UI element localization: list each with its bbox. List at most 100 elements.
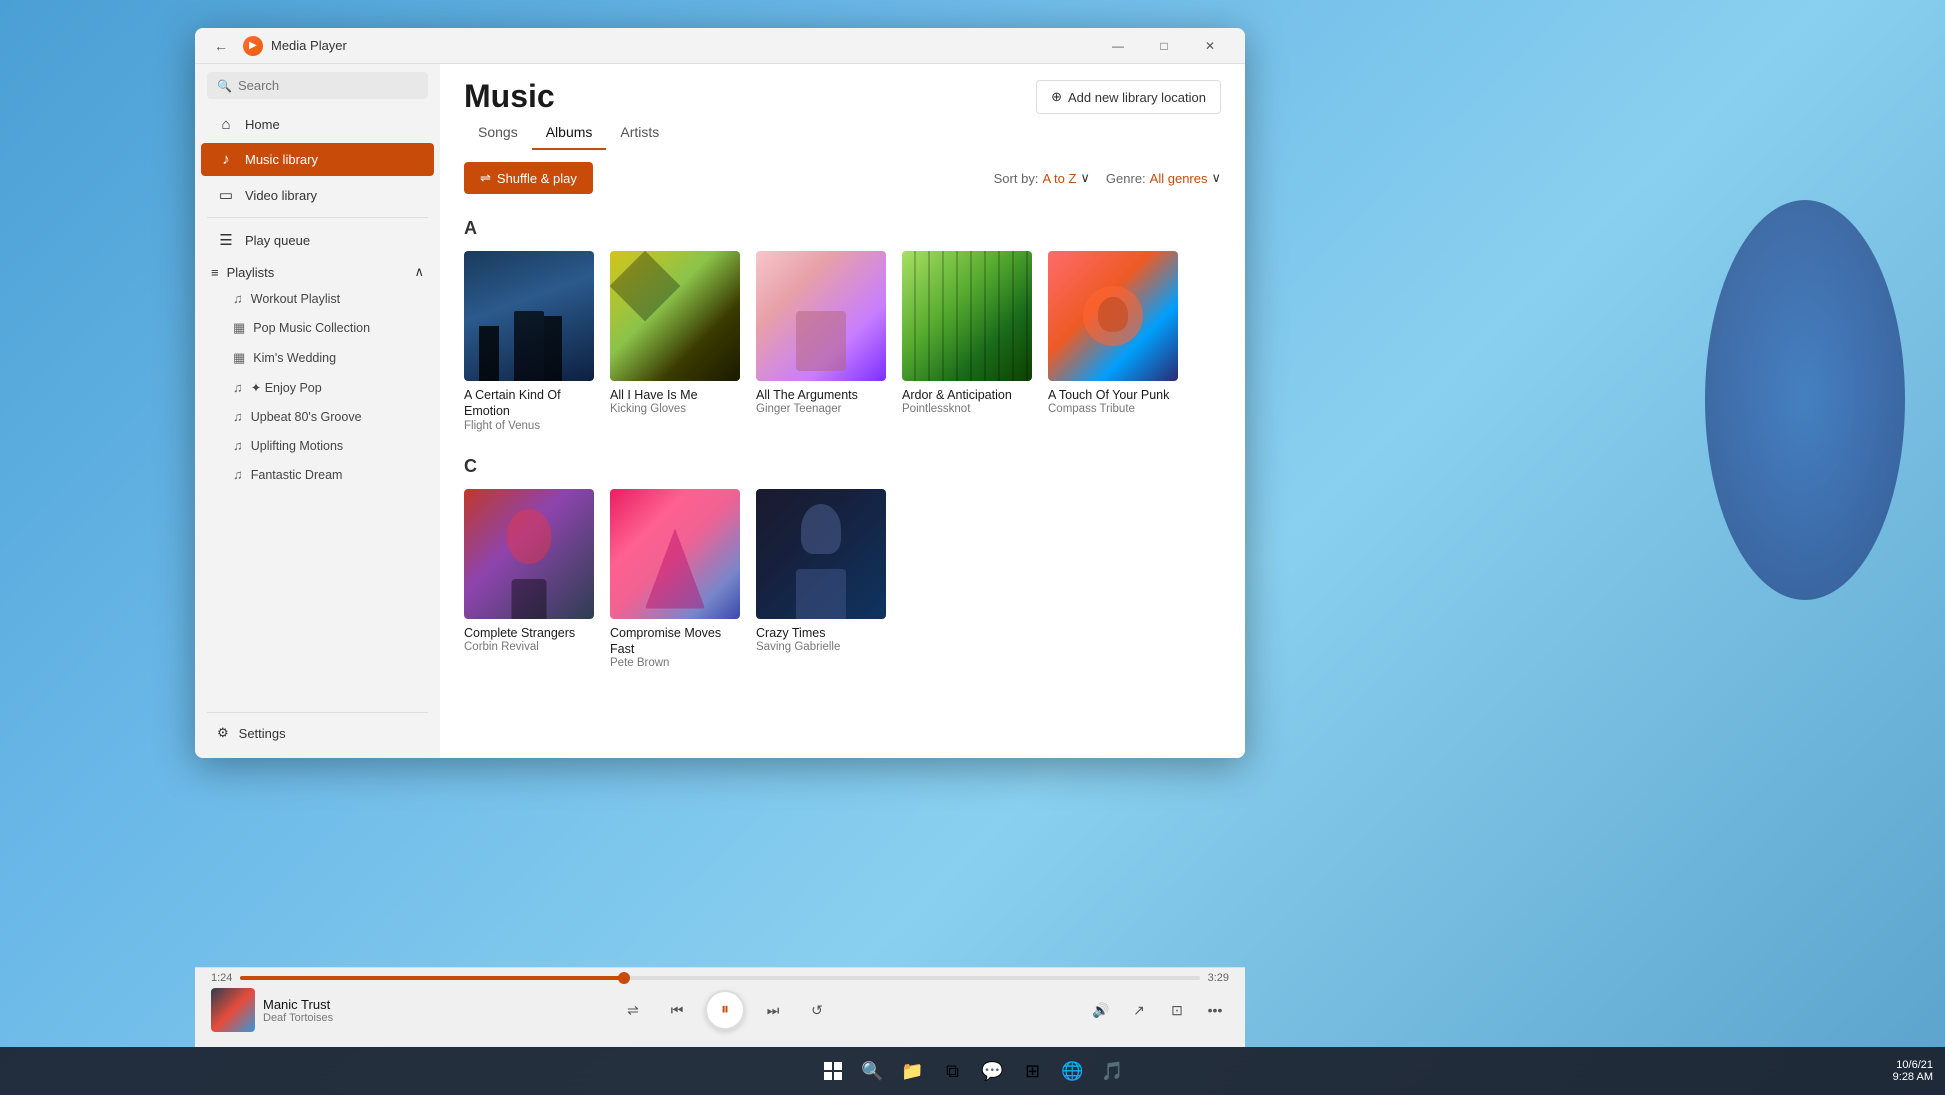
task-view-button[interactable]: ⧉: [935, 1053, 971, 1089]
section-a-letter: A: [464, 218, 1221, 239]
album-card-a3[interactable]: All The Arguments Ginger Teenager: [756, 251, 886, 432]
main-tabs: Songs Albums Artists: [464, 116, 673, 150]
playlist-pop-label: Pop Music Collection: [253, 321, 370, 335]
volume-button[interactable]: 🔊: [1087, 996, 1115, 1024]
sidebar-playlist-kims-wedding[interactable]: ▦ Kim's Wedding: [201, 344, 434, 372]
albums-area: A A Certain Kind Of Emotion Flight of Ve…: [440, 206, 1245, 758]
album-title-c1: Complete Strangers: [464, 625, 594, 641]
player-right: 🔊 ↗ ⊡ •••: [1087, 996, 1229, 1024]
progress-track[interactable]: [240, 976, 1199, 980]
album-card-c3[interactable]: Crazy Times Saving Gabrielle: [756, 489, 886, 670]
genre-button[interactable]: Genre: All genres ∨: [1106, 170, 1221, 186]
album-title-a5: A Touch Of Your Punk: [1048, 387, 1178, 403]
search-taskbar-button[interactable]: 🔍: [855, 1053, 891, 1089]
sidebar-item-music-library[interactable]: ♪ Music library: [201, 143, 434, 176]
album-title-a1: A Certain Kind Of Emotion: [464, 387, 594, 420]
teams-button[interactable]: 💬: [975, 1053, 1011, 1089]
widgets-button[interactable]: ⊞: [1015, 1053, 1051, 1089]
playlist-workout-label: Workout Playlist: [251, 292, 340, 306]
shuffle-icon: ⇌: [480, 170, 491, 186]
playlist-upbeat-label: Upbeat 80's Groove: [251, 410, 362, 424]
album-card-a4[interactable]: Ardor & Anticipation Pointlessknot: [902, 251, 1032, 432]
sidebar-playlist-upbeat[interactable]: ♫ Upbeat 80's Groove: [201, 403, 434, 430]
sort-value: A to Z: [1042, 171, 1076, 186]
playlist-kims-label: Kim's Wedding: [253, 351, 336, 365]
album-art-a5: [1048, 251, 1178, 381]
playlists-collapse-icon: ∧: [414, 264, 424, 280]
album-artist-a5: Compass Tribute: [1048, 403, 1178, 415]
cast-button[interactable]: ⊡: [1163, 996, 1191, 1024]
sidebar-item-home[interactable]: ⌂ Home: [201, 108, 434, 141]
more-button[interactable]: •••: [1201, 996, 1229, 1024]
playlists-header[interactable]: ≡ Playlists ∧: [195, 258, 440, 284]
section-c-letter: C: [464, 456, 1221, 477]
sort-chevron-icon: ∨: [1080, 170, 1090, 186]
edge-button[interactable]: 🌐: [1055, 1053, 1091, 1089]
genre-value: All genres: [1150, 171, 1208, 186]
close-button[interactable]: ✕: [1187, 30, 1233, 62]
album-art-c3: [756, 489, 886, 619]
playlist-enjoy-label: ✦ Enjoy Pop: [251, 380, 322, 395]
total-time: 3:29: [1208, 972, 1229, 984]
search-input[interactable]: [238, 78, 418, 93]
start-button[interactable]: [815, 1053, 851, 1089]
shuffle-button[interactable]: ⇌: [617, 994, 649, 1026]
track-art: [211, 988, 255, 1032]
player-controls: ⇌ ⏮ ⏸ ⏭ ↺: [371, 990, 1079, 1030]
album-artist-c2: Pete Brown: [610, 657, 740, 669]
back-button[interactable]: ←: [207, 32, 235, 60]
previous-button[interactable]: ⏮: [661, 994, 693, 1026]
media-player-taskbar[interactable]: 🎵: [1095, 1053, 1131, 1089]
repeat-button[interactable]: ↺: [801, 994, 833, 1026]
album-card-c2[interactable]: Compromise Moves Fast Pete Brown: [610, 489, 740, 670]
file-explorer-button[interactable]: 📁: [895, 1053, 931, 1089]
controls-bar: ⇌ Shuffle & play Sort by: A to Z ∨ Genre…: [440, 150, 1245, 206]
playlist-music3-icon: ♫: [233, 438, 243, 453]
external-button[interactable]: ↗: [1125, 996, 1153, 1024]
album-art-a4: [902, 251, 1032, 381]
page-title: Music: [464, 80, 673, 112]
sidebar-settings[interactable]: ⚙ Settings: [201, 717, 434, 749]
playlist-music4-icon: ♫: [233, 467, 243, 482]
sidebar-item-video-label: Video library: [245, 188, 317, 203]
decorative-blob: [1705, 200, 1905, 600]
sidebar-item-music-label: Music library: [245, 152, 318, 167]
album-card-c1[interactable]: Complete Strangers Corbin Revival: [464, 489, 594, 670]
album-title-a4: Ardor & Anticipation: [902, 387, 1032, 403]
add-library-button[interactable]: ⊕ Add new library location: [1036, 80, 1221, 114]
minimize-button[interactable]: —: [1095, 30, 1141, 62]
sidebar-playlist-pop[interactable]: ▦ Pop Music Collection: [201, 314, 434, 342]
tab-artists[interactable]: Artists: [606, 116, 673, 150]
sidebar-playlist-enjoy-pop[interactable]: ♫ ✦ Enjoy Pop: [201, 374, 434, 401]
album-artist-c1: Corbin Revival: [464, 641, 594, 653]
queue-icon: ☰: [217, 231, 235, 249]
shuffle-play-button[interactable]: ⇌ Shuffle & play: [464, 162, 593, 194]
sidebar-item-play-queue[interactable]: ☰ Play queue: [201, 223, 434, 257]
star-icon: ♫: [233, 380, 243, 395]
tab-songs[interactable]: Songs: [464, 116, 532, 150]
app-title: Media Player: [271, 38, 1087, 53]
sidebar-divider: [207, 217, 428, 218]
album-artist-a2: Kicking Gloves: [610, 403, 740, 415]
sidebar-item-video-library[interactable]: ▭ Video library: [201, 178, 434, 212]
genre-chevron-icon: ∨: [1211, 170, 1221, 186]
play-pause-button[interactable]: ⏸: [705, 990, 745, 1030]
next-button[interactable]: ⏭: [757, 994, 789, 1026]
sort-genre-bar: Sort by: A to Z ∨ Genre: All genres ∨: [994, 170, 1221, 186]
sidebar-playlist-fantastic[interactable]: ♫ Fantastic Dream: [201, 461, 434, 488]
sidebar-playlist-workout[interactable]: ♫ Workout Playlist: [201, 285, 434, 312]
album-card-a1[interactable]: A Certain Kind Of Emotion Flight of Venu…: [464, 251, 594, 432]
playlist-uplifting-label: Uplifting Motions: [251, 439, 343, 453]
album-card-a5[interactable]: A Touch Of Your Punk Compass Tribute: [1048, 251, 1178, 432]
search-bar[interactable]: 🔍: [207, 72, 428, 99]
tab-albums[interactable]: Albums: [532, 116, 607, 150]
taskbar-center: 🔍 📁 ⧉ 💬 ⊞ 🌐 🎵: [815, 1053, 1131, 1089]
maximize-button[interactable]: □: [1141, 30, 1187, 62]
album-art-a1: [464, 251, 594, 381]
sidebar: 🔍 ⌂ Home ♪ Music library ▭ Video library…: [195, 64, 440, 758]
sort-button[interactable]: Sort by: A to Z ∨: [994, 170, 1090, 186]
shuffle-label: Shuffle & play: [497, 171, 577, 186]
sidebar-playlist-uplifting[interactable]: ♫ Uplifting Motions: [201, 432, 434, 459]
albums-row-a: A Certain Kind Of Emotion Flight of Venu…: [464, 251, 1221, 432]
album-card-a2[interactable]: All I Have Is Me Kicking Gloves: [610, 251, 740, 432]
